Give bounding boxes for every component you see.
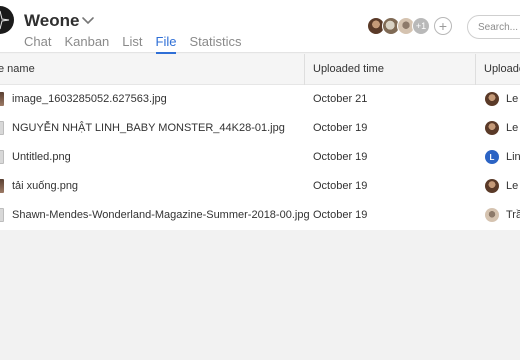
column-header-file-name[interactable]: e name (0, 63, 35, 75)
table-row[interactable]: image_1603285052.627563.jpg October 21 L… (0, 85, 520, 114)
uploader-name: Le N (506, 180, 520, 192)
uploaded-time: October 19 (313, 122, 368, 134)
chevron-down-icon[interactable] (81, 15, 95, 27)
avatar (485, 208, 499, 222)
document-file-icon (0, 208, 4, 222)
avatar: L (485, 150, 499, 164)
uploader-name: Le N (506, 122, 520, 134)
image-file-icon (0, 179, 4, 193)
member-avatars[interactable]: +1 + (367, 17, 452, 35)
plus-icon: + (438, 18, 448, 34)
add-member-button[interactable]: + (434, 17, 452, 35)
search-input[interactable] (478, 21, 520, 33)
column-header-uploaded-time[interactable]: Uploaded time (313, 63, 384, 75)
app-logo[interactable] (0, 6, 14, 34)
column-header-uploader[interactable]: Uploade (484, 63, 520, 75)
uploader-name: Le N (506, 93, 520, 105)
search-box[interactable] (467, 15, 520, 39)
workspace-title[interactable]: Weone (24, 11, 79, 31)
uploaded-time: October 19 (313, 209, 368, 221)
avatar (485, 121, 499, 135)
uploaded-time: October 19 (313, 180, 368, 192)
table-row[interactable]: NGUYỄN NHẬT LINH_BABY MONSTER_44K28-01.j… (0, 114, 520, 143)
tab-kanban[interactable]: Kanban (64, 34, 109, 52)
column-divider[interactable] (475, 54, 476, 85)
document-file-icon (0, 150, 4, 164)
column-divider[interactable] (304, 54, 305, 85)
file-name[interactable]: Shawn-Mendes-Wonderland-Magazine-Summer-… (12, 209, 310, 221)
tab-file[interactable]: File (155, 34, 176, 54)
table-row[interactable]: Untitled.png October 19 L Lin (0, 143, 520, 172)
uploader-name: Lin (506, 151, 520, 163)
file-name[interactable]: NGUYỄN NHẬT LINH_BABY MONSTER_44K28-01.j… (12, 122, 285, 134)
tab-statistics[interactable]: Statistics (189, 34, 241, 52)
avatar (485, 179, 499, 193)
uploader-name: Trầ (506, 209, 520, 221)
tab-list[interactable]: List (122, 34, 142, 52)
tab-chat[interactable]: Chat (24, 34, 51, 52)
table-header: e name Uploaded time Uploade (0, 54, 520, 85)
file-table: e name Uploaded time Uploade image_16032… (0, 54, 520, 230)
file-name[interactable]: Untitled.png (12, 151, 71, 163)
uploaded-time: October 19 (313, 151, 368, 163)
app-header: Weone Chat Kanban List File Statistics +… (0, 0, 520, 54)
view-tabs: Chat Kanban List File Statistics (24, 34, 255, 54)
more-members-badge[interactable]: +1 (412, 17, 430, 35)
document-file-icon (0, 121, 4, 135)
file-name[interactable]: image_1603285052.627563.jpg (12, 93, 167, 105)
avatar (485, 92, 499, 106)
table-row[interactable]: Shawn-Mendes-Wonderland-Magazine-Summer-… (0, 201, 520, 230)
logo-star-icon (0, 10, 10, 30)
image-file-icon (0, 92, 4, 106)
table-row[interactable]: tải xuống.png October 19 Le N (0, 172, 520, 201)
file-name[interactable]: tải xuống.png (12, 180, 78, 192)
uploaded-time: October 21 (313, 93, 368, 105)
